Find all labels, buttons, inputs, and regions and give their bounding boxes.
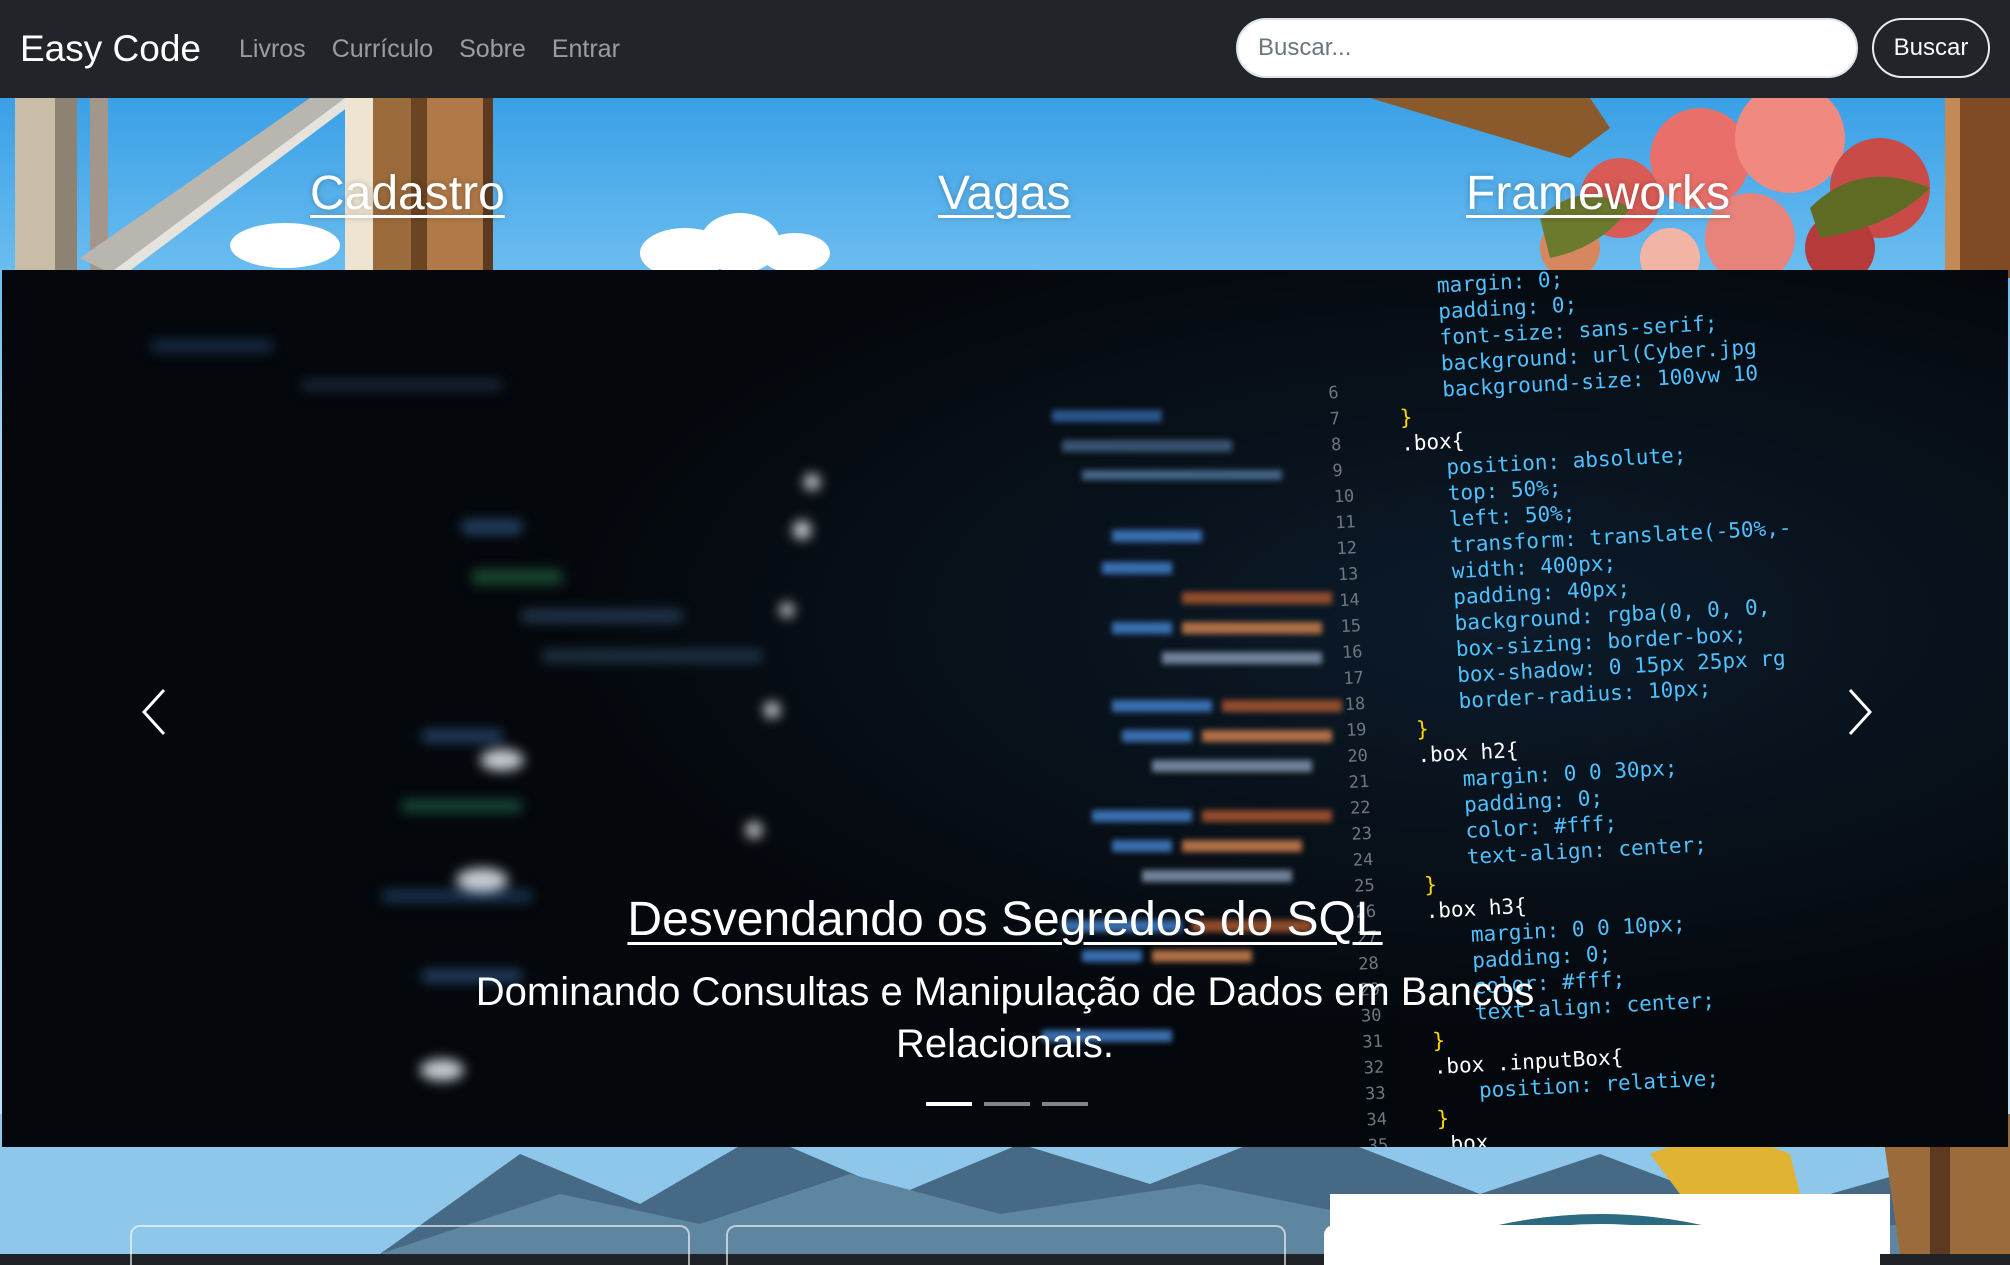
link-cadastro[interactable]: Cadastro xyxy=(310,166,505,221)
line-number: 9 xyxy=(1331,460,1344,482)
line-number: 24 xyxy=(1352,849,1374,871)
line-number: 14 xyxy=(1338,590,1361,612)
line-number: 17 xyxy=(1342,668,1365,690)
line-number: 34 xyxy=(1365,1109,1388,1131)
line-number: 16 xyxy=(1341,642,1363,664)
line-number: 20 xyxy=(1346,745,1369,767)
carousel-indicator[interactable] xyxy=(1042,1102,1088,1106)
line-number: 18 xyxy=(1344,694,1366,716)
code-line: .box xyxy=(1437,1130,1489,1147)
carousel-indicator[interactable] xyxy=(984,1102,1030,1106)
code-line: .box h2{ xyxy=(1416,738,1520,768)
code-line: } xyxy=(1415,716,1430,742)
carousel-text: Dominando Consultas e Manipulação de Dad… xyxy=(475,970,1535,1066)
link-frameworks[interactable]: Frameworks xyxy=(1466,166,1730,221)
card xyxy=(1324,1225,1880,1265)
line-number: 15 xyxy=(1340,616,1362,638)
navbar: Easy Code Livros Currículo Sobre Entrar … xyxy=(0,0,2010,98)
search-input[interactable] xyxy=(1236,18,1858,78)
nav-link-curriculo[interactable]: Currículo xyxy=(332,35,433,64)
line-number: 21 xyxy=(1348,771,1370,793)
carousel-title[interactable]: Desvendando os Segredos do SQL xyxy=(2,892,2008,947)
line-number: 6 xyxy=(1327,382,1340,404)
carousel-next-icon[interactable] xyxy=(1840,682,1880,742)
line-number: 13 xyxy=(1337,564,1359,586)
card xyxy=(726,1225,1286,1265)
brand-logo[interactable]: Easy Code xyxy=(20,28,201,70)
line-number: 10 xyxy=(1333,486,1355,508)
line-number: 33 xyxy=(1364,1083,1387,1105)
code-line: top: 50%; xyxy=(1447,475,1563,506)
line-number: 22 xyxy=(1349,797,1372,819)
line-number: 11 xyxy=(1334,512,1357,534)
link-vagas[interactable]: Vagas xyxy=(938,166,1071,221)
carousel-indicators xyxy=(926,1102,1088,1106)
line-number: 19 xyxy=(1345,719,1368,742)
code-line: } xyxy=(1435,1106,1450,1131)
carousel-prev-icon[interactable] xyxy=(134,682,174,742)
line-number: 35 xyxy=(1367,1135,1389,1147)
code-line: } xyxy=(1399,405,1414,430)
code-line: position: absolute; xyxy=(1445,442,1687,480)
line-number: 12 xyxy=(1336,538,1358,560)
search-button[interactable]: Buscar xyxy=(1872,18,1990,78)
nav-link-livros[interactable]: Livros xyxy=(239,35,306,64)
line-number: 8 xyxy=(1330,434,1342,456)
nav-links: Livros Currículo Sobre Entrar xyxy=(239,35,620,64)
card xyxy=(130,1225,690,1265)
search-form: Buscar xyxy=(1236,18,1990,78)
line-number: 7 xyxy=(1329,408,1341,430)
line-number: 23 xyxy=(1350,823,1373,845)
carousel-indicator[interactable] xyxy=(926,1102,972,1106)
carousel: margin: 0; padding: 0; font-size: sans-ser… xyxy=(2,270,2008,1147)
nav-link-entrar[interactable]: Entrar xyxy=(552,35,620,64)
code-line: .box{ xyxy=(1400,428,1465,456)
top-links: Cadastro Vagas Frameworks xyxy=(0,98,2010,270)
nav-link-sobre[interactable]: Sobre xyxy=(459,35,526,64)
